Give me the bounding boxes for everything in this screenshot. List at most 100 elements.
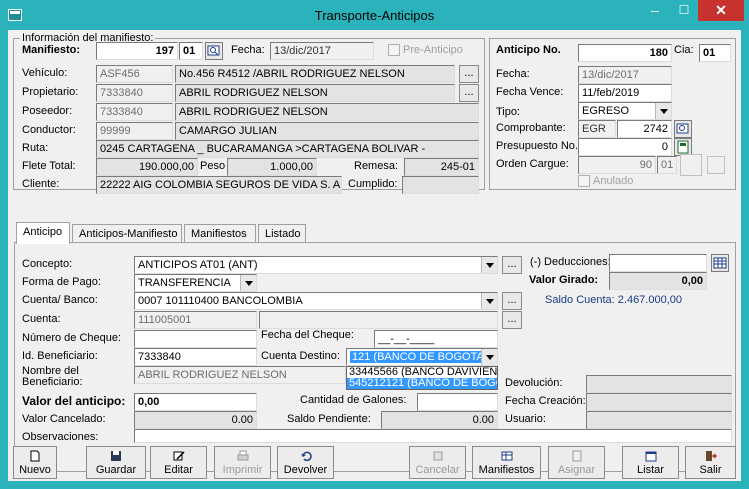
nombre-beneficiario-field: ABRIL RODRIGUEZ NELSON	[134, 366, 346, 384]
devolver-button[interactable]: Devolver	[277, 446, 334, 479]
table-icon	[501, 451, 512, 461]
propietario-name-field: ABRIL RODRIGUEZ NELSON	[175, 84, 455, 102]
cheque-label: Número de Cheque:	[22, 332, 122, 344]
galones-label: Cantidad de Galones:	[300, 394, 407, 406]
concepto-more-button[interactable]: ...	[502, 256, 522, 274]
deducciones-grid-button[interactable]	[711, 254, 729, 272]
fecha-vence-input[interactable]: 11/feb/2019	[578, 84, 672, 102]
grid-icon[interactable]	[707, 156, 725, 174]
remesa-field: 245-01	[404, 158, 479, 176]
guardar-label: Guardar	[95, 464, 137, 476]
vehiculo-code-field[interactable]: ASF456	[96, 65, 173, 83]
tab-anticipos-manifiesto[interactable]: Anticipos-Manifiesto	[72, 224, 182, 244]
devolver-label: Devolver	[283, 464, 328, 476]
tipo-select[interactable]: EGRESO	[578, 102, 672, 120]
forma-pago-select[interactable]: TRANSFERENCIA	[134, 274, 257, 292]
cuenta-destino-select[interactable]: 121 (BANCO DE BOGOTA)	[346, 348, 498, 366]
imprimir-label: Imprimir	[222, 464, 263, 476]
pre-anticipo-label: Pre-Anticipo	[403, 44, 463, 56]
saldo-pendiente-label: Saldo Pendiente:	[287, 413, 371, 425]
comprobante-code-field: EGR	[578, 120, 616, 138]
tab-listado[interactable]: Listado	[258, 224, 306, 244]
vehiculo-desc-field: No.456 R4512 /ABRIL RODRIGUEZ NELSON	[175, 65, 455, 83]
manifiesto-suffix-input[interactable]: 01	[179, 42, 203, 60]
chevron-down-icon[interactable]	[240, 275, 256, 291]
manifiesto-input[interactable]: 197	[96, 42, 178, 60]
minimize-button[interactable]: –	[641, 0, 669, 21]
poseedor-code-field[interactable]: 7333840	[96, 103, 173, 121]
propietario-more-button[interactable]: ...	[459, 84, 479, 102]
cuenta-more-button[interactable]: ...	[502, 311, 522, 329]
guardar-button[interactable]: Guardar	[86, 446, 146, 479]
usuario-label: Usuario:	[505, 413, 546, 425]
manifiestos-button[interactable]: Manifiestos	[472, 446, 541, 479]
save-icon	[111, 451, 121, 461]
document-icon[interactable]	[680, 154, 702, 176]
galones-input[interactable]	[417, 393, 498, 411]
chevron-down-icon[interactable]	[481, 349, 497, 365]
beneficiario-input[interactable]: 7333840	[134, 348, 257, 366]
concepto-value: ANTICIPOS AT01 (ANT)	[138, 259, 258, 271]
cuenta-destino-option[interactable]: 545212121 (BANCO DE BOGOTA)	[347, 378, 497, 389]
anulado-checkbox[interactable]	[578, 175, 590, 187]
tab-manifiestos[interactable]: Manifiestos	[184, 224, 256, 244]
observaciones-input[interactable]	[134, 429, 732, 443]
bottom-toolbar: Nuevo Guardar Editar Imprimir Devolver C…	[8, 444, 741, 481]
cuenta-banco-select[interactable]: 0007 101110400 BANCOLOMBIA	[134, 292, 498, 310]
asignar-button[interactable]: Asignar	[548, 446, 605, 479]
editar-button[interactable]: Editar	[150, 446, 207, 479]
chevron-down-icon[interactable]	[481, 257, 497, 273]
valor-cancelado-field: 0.00	[134, 411, 257, 429]
cheque-input[interactable]	[134, 330, 257, 348]
title-bar: Transporte-Anticipos – ☐ ✕	[0, 0, 749, 30]
propietario-code-field[interactable]: 7333840	[96, 84, 173, 102]
valor-anticipo-input[interactable]: 0,00	[134, 393, 257, 411]
cancelar-button[interactable]: Cancelar	[409, 446, 466, 479]
comprobante-label: Comprobante:	[496, 122, 566, 134]
concepto-label: Concepto:	[22, 258, 73, 270]
salir-button[interactable]: Salir	[685, 446, 736, 479]
assign-icon	[572, 450, 581, 462]
chevron-down-icon[interactable]	[655, 103, 671, 119]
beneficiario-label: Id. Beneficiario:	[22, 350, 98, 362]
nuevo-button[interactable]: Nuevo	[13, 446, 57, 479]
saldo-pendiente-field: 0.00	[381, 411, 498, 429]
imprimir-button[interactable]: Imprimir	[214, 446, 271, 479]
conductor-name-field: CAMARGO JULIAN	[175, 122, 479, 140]
search-manifest-button[interactable]	[205, 42, 223, 60]
cia-label: Cia:	[674, 44, 694, 56]
poseedor-label: Poseedor:	[22, 105, 73, 117]
maximize-button[interactable]: ☐	[670, 0, 698, 21]
cuenta-destino-dropdown[interactable]: 33445566 (BANCO DAVIVIENDA) 545212121 (B…	[346, 366, 498, 390]
presupuesto-input[interactable]: 0	[578, 138, 672, 156]
flete-label: Flete Total:	[22, 160, 76, 172]
concepto-select[interactable]: ANTICIPOS AT01 (ANT)	[134, 256, 498, 274]
anticipo-no-input[interactable]: 180	[578, 44, 672, 62]
list-icon	[645, 451, 656, 462]
conductor-code-field[interactable]: 99999	[96, 122, 173, 140]
ruta-label: Ruta:	[22, 142, 49, 154]
comprobante-search-button[interactable]	[674, 120, 692, 138]
anticipo-no-label: Anticipo No.	[496, 44, 561, 56]
fecha-cheque-input[interactable]: __-__-____	[374, 330, 498, 348]
ruta-field: 0245 CARTAGENA _ BUCARAMANGA >CARTAGENA …	[96, 140, 479, 158]
cia-input[interactable]: 01	[699, 44, 731, 62]
chevron-down-icon[interactable]	[481, 293, 497, 309]
peso-field: 1.000,00	[227, 158, 317, 176]
deducciones-input[interactable]	[609, 254, 707, 272]
listar-label: Listar	[637, 464, 664, 476]
tab-anticipo[interactable]: Anticipo	[16, 222, 70, 244]
close-button[interactable]: ✕	[698, 0, 744, 21]
observaciones-label: Observaciones:	[22, 431, 99, 443]
manifest-fecha-label: Fecha:	[231, 44, 265, 56]
anticipo-fecha-label: Fecha:	[496, 68, 530, 80]
cuenta-banco-more-button[interactable]: ...	[502, 292, 522, 310]
comprobante-input[interactable]: 2742	[617, 120, 672, 138]
pre-anticipo-checkbox[interactable]	[388, 44, 400, 56]
search-icon	[676, 123, 689, 134]
vehiculo-more-button[interactable]: ...	[459, 65, 479, 83]
listar-button[interactable]: Listar	[622, 446, 679, 479]
manifest-fecha-field: 13/dic/2017	[270, 42, 374, 60]
cuenta-destino-option[interactable]: 33445566 (BANCO DAVIVIENDA)	[347, 367, 497, 378]
cumplido-label: Cumplido:	[348, 178, 398, 190]
